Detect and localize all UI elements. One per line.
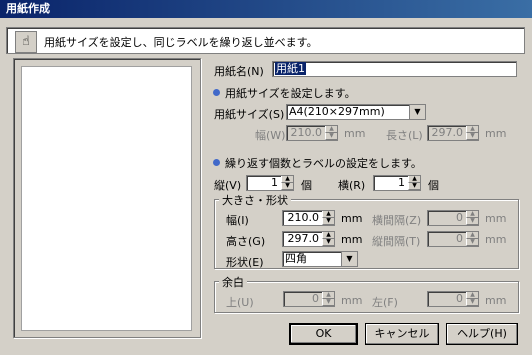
label-height-unit: mm bbox=[341, 233, 363, 246]
rows-value: 1 bbox=[271, 176, 278, 189]
paper-size-label: 用紙サイズ(S) bbox=[214, 108, 285, 121]
repeat-bullet-icon bbox=[213, 159, 220, 166]
margin-top-value: 0 bbox=[312, 292, 319, 305]
shape-value: 四角 bbox=[285, 252, 307, 265]
paper-preview bbox=[21, 66, 192, 331]
size-bullet-icon bbox=[213, 89, 220, 96]
size-length-unit: mm bbox=[485, 127, 507, 140]
help-button[interactable]: ヘルプ(H) bbox=[446, 323, 518, 345]
label-width-field[interactable]: 210.0 ▲ ▼ bbox=[282, 210, 335, 226]
hgap-value: 0 bbox=[456, 211, 463, 224]
margin-left-spinner[interactable]: ▲ ▼ bbox=[466, 292, 478, 306]
size-heading: 用紙サイズを設定します。 bbox=[225, 87, 356, 100]
size-length-field[interactable]: 297.0 ▲ ▼ bbox=[427, 125, 479, 141]
label-width-label: 幅(I) bbox=[226, 214, 249, 227]
vgap-value: 0 bbox=[456, 232, 463, 245]
margin-top-spinner[interactable]: ▲ ▼ bbox=[322, 292, 334, 306]
margin-left-unit: mm bbox=[485, 294, 507, 307]
vgap-unit: mm bbox=[485, 233, 507, 246]
margin-top-label: 上(U) bbox=[226, 296, 254, 309]
paper-size-value: A4(210×297mm) bbox=[289, 105, 385, 118]
paper-create-dialog: 用紙作成 ☝ 用紙サイズを設定し、同じラベルを繰り返し並べます。 用紙名(N) … bbox=[0, 0, 532, 355]
margin-top-unit: mm bbox=[341, 294, 363, 307]
size-length-label: 長さ(L) bbox=[386, 129, 423, 142]
instruction-bar: ☝ 用紙サイズを設定し、同じラベルを繰り返し並べます。 bbox=[6, 27, 525, 54]
shape-label: 形状(E) bbox=[226, 256, 264, 269]
window-title: 用紙作成 bbox=[0, 0, 532, 18]
vgap-label: 縦間隔(T) bbox=[372, 235, 421, 248]
hand-icon: ☝ bbox=[15, 31, 37, 53]
label-height-field[interactable]: 297.0 ▲ ▼ bbox=[282, 231, 335, 247]
size-width-label: 幅(W) bbox=[255, 129, 286, 142]
repeat-heading: 繰り返す個数とラベルの設定をします。 bbox=[225, 157, 422, 170]
paper-name-input[interactable]: 用紙1 bbox=[272, 61, 517, 77]
hgap-label: 横間隔(Z) bbox=[372, 214, 422, 227]
size-width-unit: mm bbox=[344, 127, 366, 140]
vgap-spinner[interactable]: ▲ ▼ bbox=[466, 232, 478, 246]
size-width-field[interactable]: 210.0 ▲ ▼ bbox=[286, 125, 338, 141]
rows-spinner[interactable]: ▲ ▼ bbox=[281, 176, 293, 190]
margin-left-value: 0 bbox=[456, 292, 463, 305]
paper-name-value: 用紙1 bbox=[275, 62, 306, 75]
margin-group-title: 余白 bbox=[219, 274, 247, 290]
cols-field[interactable]: 1 ▲ ▼ bbox=[373, 175, 421, 191]
paper-name-label: 用紙名(N) bbox=[214, 65, 264, 78]
size-width-value: 210.0 bbox=[290, 126, 323, 139]
ok-button[interactable]: OK bbox=[289, 323, 358, 345]
paper-size-select[interactable]: A4(210×297mm) ▼ bbox=[286, 104, 426, 120]
label-width-unit: mm bbox=[341, 212, 363, 225]
margin-left-field[interactable]: 0 ▲ ▼ bbox=[427, 291, 479, 307]
cols-unit: 個 bbox=[428, 179, 439, 192]
cols-value: 1 bbox=[398, 176, 405, 189]
hgap-unit: mm bbox=[485, 212, 507, 225]
cols-label: 横(R) bbox=[338, 179, 366, 192]
hgap-spinner[interactable]: ▲ ▼ bbox=[466, 211, 478, 225]
rows-unit: 個 bbox=[301, 179, 312, 192]
rows-field[interactable]: 1 ▲ ▼ bbox=[246, 175, 294, 191]
shape-select[interactable]: 四角 ▼ bbox=[282, 251, 358, 267]
size-length-value: 297.0 bbox=[431, 126, 464, 139]
shape-group-title: 大きさ・形状 bbox=[219, 192, 291, 208]
cols-spinner[interactable]: ▲ ▼ bbox=[408, 176, 420, 190]
chevron-down-icon[interactable]: ▼ bbox=[341, 252, 357, 266]
instruction-text: 用紙サイズを設定し、同じラベルを繰り返し並べます。 bbox=[44, 36, 318, 49]
size-length-spinner[interactable]: ▲ ▼ bbox=[466, 126, 478, 140]
label-height-label: 高さ(G) bbox=[226, 235, 266, 248]
margin-top-field[interactable]: 0 ▲ ▼ bbox=[283, 291, 335, 307]
label-width-value: 210.0 bbox=[287, 211, 320, 224]
size-width-spinner[interactable]: ▲ ▼ bbox=[325, 126, 337, 140]
margin-left-label: 左(F) bbox=[372, 296, 398, 309]
hgap-field[interactable]: 0 ▲ ▼ bbox=[427, 210, 479, 226]
label-height-value: 297.0 bbox=[287, 232, 320, 245]
vgap-field[interactable]: 0 ▲ ▼ bbox=[427, 231, 479, 247]
label-width-spinner[interactable]: ▲ ▼ bbox=[322, 211, 334, 225]
rows-label: 縦(V) bbox=[214, 179, 242, 192]
cancel-button[interactable]: キャンセル bbox=[365, 323, 439, 345]
label-height-spinner[interactable]: ▲ ▼ bbox=[322, 232, 334, 246]
chevron-down-icon[interactable]: ▼ bbox=[409, 105, 425, 119]
